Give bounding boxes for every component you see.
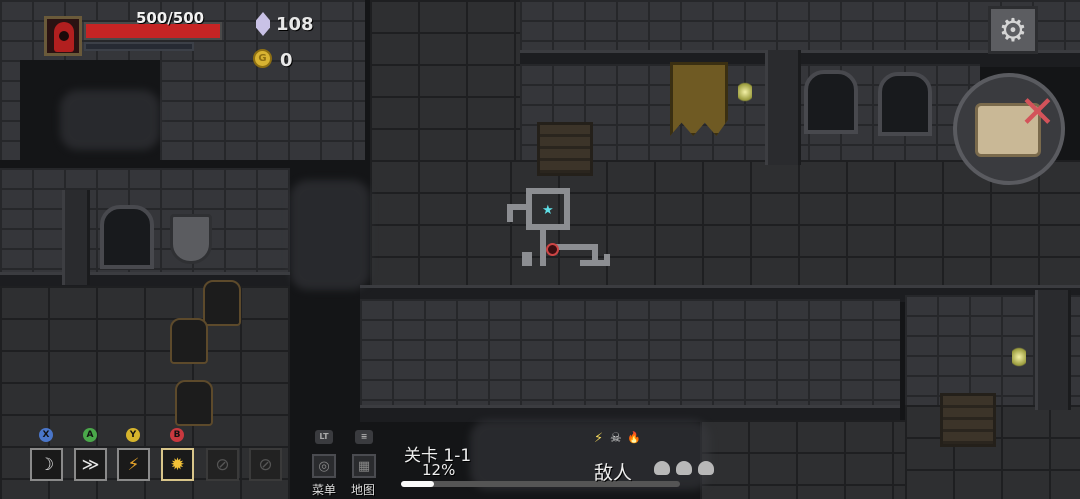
skull-icon	[698, 461, 714, 475]
flame-icon: 🔥	[627, 431, 641, 444]
minimap-room	[564, 188, 570, 228]
minimap-corridor	[540, 228, 546, 266]
map-button[interactable]: ▦	[352, 454, 376, 478]
crescent-slash-icon: ☽	[38, 454, 55, 475]
health-text: 500/500	[136, 9, 205, 27]
red-hooded-wizard-icon	[44, 16, 82, 56]
map-button-hint: ≡	[355, 430, 373, 444]
star-icon: ★	[542, 203, 554, 218]
settings-button[interactable]: ⚙	[988, 6, 1038, 54]
enemy-effects: ⚡ ☠ 🔥	[594, 432, 654, 450]
lt-button-hint: LT	[315, 430, 333, 444]
gear-icon: ⚙	[998, 11, 1028, 49]
level-progress-bar	[401, 481, 680, 487]
level-progress-text: 12%	[422, 461, 456, 479]
menu-label: 菜单	[312, 483, 337, 497]
y-button-hint: Y	[126, 428, 140, 442]
minimap: ★	[0, 0, 1080, 499]
map-toggle-button[interactable]: ✕	[953, 73, 1065, 185]
gem-count: 108	[276, 14, 314, 35]
wind-dash-skill[interactable]: ≫	[74, 448, 107, 481]
mana-bar	[84, 42, 194, 51]
x-button-hint: X	[39, 428, 53, 442]
minimap-room	[526, 224, 570, 230]
empty-skill-slot[interactable]: ⊘	[206, 448, 239, 481]
menu-button[interactable]: ◎	[312, 454, 336, 478]
map-icon: ▦	[357, 458, 371, 474]
fire-swirl-icon: ⚡	[127, 454, 140, 475]
empty-slot-icon: ⊘	[215, 454, 230, 475]
fireball-icon: ✹	[170, 454, 185, 475]
wind-dash-icon: ≫	[81, 454, 100, 475]
player-marker-icon	[546, 243, 559, 256]
close-icon: ✕	[1019, 87, 1056, 138]
skill-bar: X ☽ A ≫ Y ⚡ B ✹ ⊘ ⊘	[30, 428, 290, 488]
gold-coin-icon: G	[253, 49, 272, 68]
gold-count: 0	[280, 50, 293, 71]
enemies-label: 敌人	[594, 462, 633, 484]
fireball-skill[interactable]: ✹	[161, 448, 194, 481]
map-label: 地图	[351, 483, 376, 497]
frost-skull-icon: ☠	[610, 431, 622, 446]
a-button-hint: A	[83, 428, 97, 442]
menu-icon: ◎	[318, 458, 330, 474]
minimap-corridor	[604, 254, 610, 266]
b-button-hint: B	[170, 428, 184, 442]
minimap-corridor	[522, 252, 532, 266]
empty-skill-slot[interactable]: ⊘	[249, 448, 282, 481]
crescent-slash-skill[interactable]: ☽	[30, 448, 63, 481]
level-progress-fill	[401, 481, 435, 487]
skull-icon	[676, 461, 692, 475]
face	[59, 31, 69, 41]
empty-slot-icon: ⊘	[258, 454, 273, 475]
lightning-icon: ⚡	[594, 431, 604, 446]
fire-swirl-skill[interactable]: ⚡	[117, 448, 150, 481]
skull-icon	[654, 461, 670, 475]
minimap-corridor	[507, 204, 513, 222]
